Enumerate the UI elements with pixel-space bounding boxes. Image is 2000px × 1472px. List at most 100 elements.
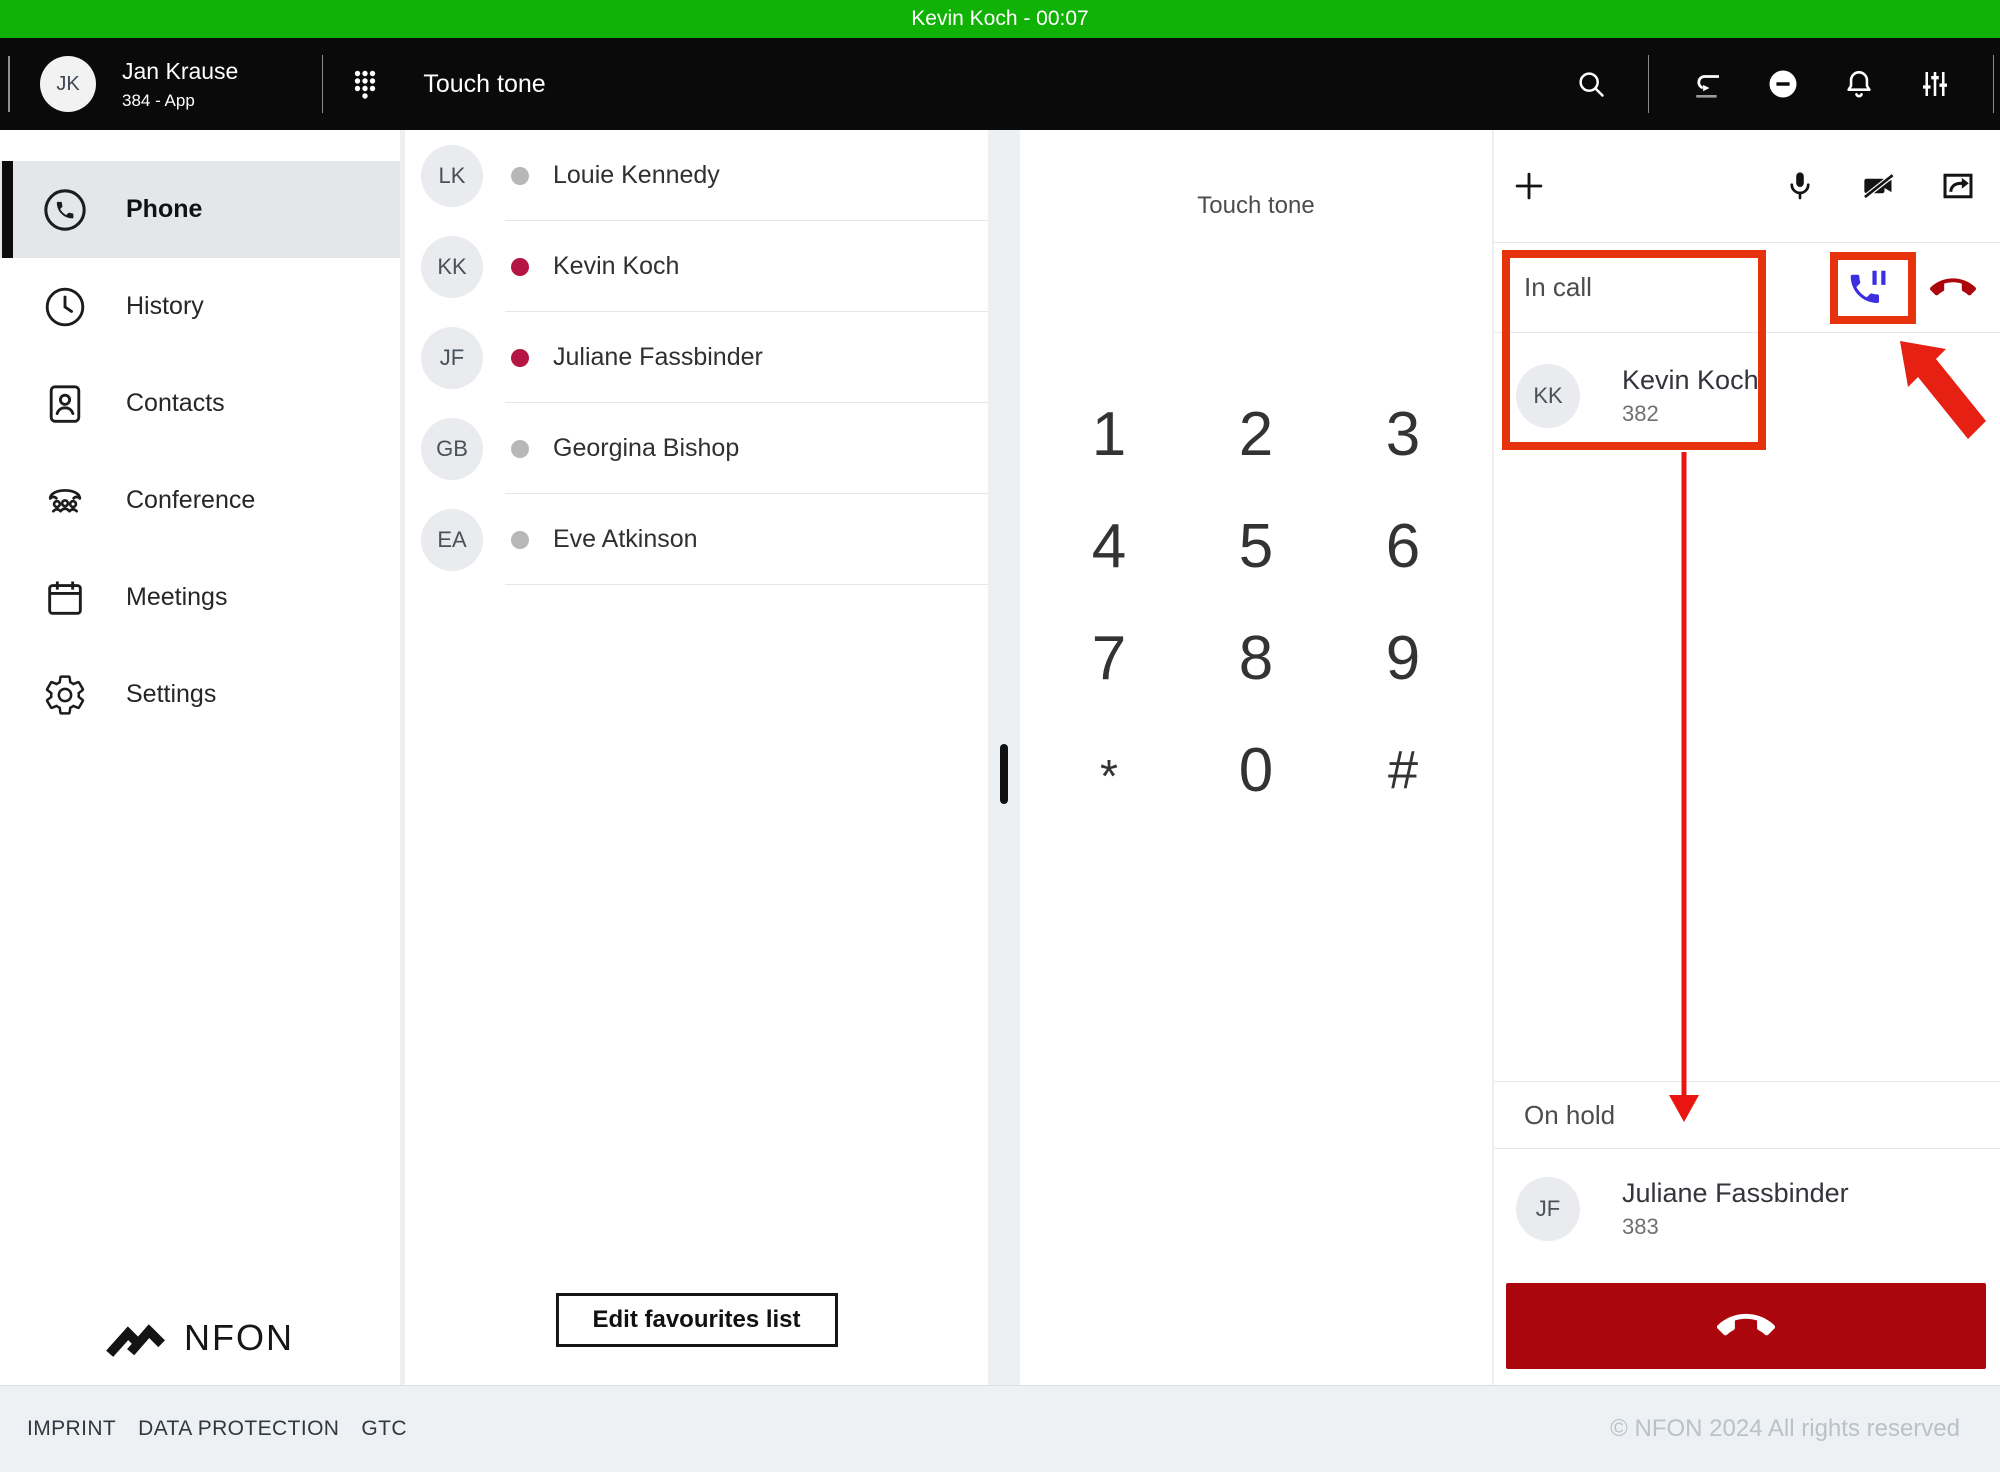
favourite-row[interactable]: EA Eve Atkinson	[405, 494, 988, 585]
header-divider	[1648, 55, 1649, 113]
nfon-logo-text: NFON	[184, 1317, 294, 1359]
dialpad-panel: Touch tone 1 2 3 4 5 6 7 8 9 * 0 #	[1020, 130, 1492, 1385]
avatar-initials: JK	[56, 73, 79, 96]
avatar: JF	[421, 327, 483, 389]
favourite-name: Georgina Bishop	[553, 434, 739, 463]
app-window: Kevin Koch - 00:07 JK Jan Krause 384 - A…	[0, 0, 2000, 1472]
sidebar-item-contacts[interactable]: Contacts	[0, 355, 400, 452]
dialpad-key-5[interactable]: 5	[1183, 490, 1330, 602]
favourite-row[interactable]: JF Juliane Fassbinder	[405, 312, 988, 403]
transfer-call-icon[interactable]	[1939, 167, 1977, 205]
presence-dot	[511, 531, 529, 549]
contact-meta: Kevin Koch 382	[1622, 363, 1759, 429]
favourite-name: Louie Kennedy	[553, 161, 720, 190]
settings-gear-icon	[42, 672, 88, 718]
hold-call-icon[interactable]	[1846, 265, 1892, 311]
sidebar-item-label: Phone	[126, 195, 202, 224]
edit-favourites-button[interactable]: Edit favourites list	[555, 1293, 837, 1347]
camera-off-icon[interactable]	[1860, 167, 1898, 205]
user-extension: 384 - App	[122, 90, 238, 111]
avatar: JF	[1516, 1177, 1580, 1241]
dialpad-key-4[interactable]: 4	[1036, 490, 1183, 602]
nfon-logo: NFON	[0, 1317, 400, 1359]
footer-link-imprint[interactable]: IMPRINT	[27, 1417, 116, 1441]
sidebar-item-settings[interactable]: Settings	[0, 646, 400, 743]
do-not-disturb-icon[interactable]	[1765, 66, 1801, 102]
header-actions	[1575, 55, 2000, 113]
dialpad-key-8[interactable]: 8	[1183, 602, 1330, 714]
footer: IMPRINT DATA PROTECTION GTC © NFON 2024 …	[0, 1385, 2000, 1472]
sidebar-item-meetings[interactable]: Meetings	[0, 549, 400, 646]
add-call-icon[interactable]	[1510, 167, 1548, 205]
header-divider	[1993, 55, 1994, 113]
sidebar-item-history[interactable]: History	[0, 258, 400, 355]
footer-links: IMPRINT DATA PROTECTION GTC	[27, 1417, 407, 1441]
hang-up-button[interactable]	[1506, 1283, 1986, 1369]
avatar[interactable]: JK	[40, 56, 96, 112]
avatar: KK	[421, 236, 483, 298]
on-hold-label: On hold	[1524, 1100, 1615, 1131]
dialpad-key-2[interactable]: 2	[1183, 378, 1330, 490]
sidebar-item-conference[interactable]: Conference	[0, 452, 400, 549]
dialpad-grid: 1 2 3 4 5 6 7 8 9 * 0 #	[1036, 378, 1477, 826]
sidebar-item-label: Conference	[126, 486, 255, 515]
contact-meta: Juliane Fassbinder 383	[1622, 1176, 1849, 1242]
notifications-bell-icon[interactable]	[1841, 66, 1877, 102]
in-call-contact[interactable]: KK Kevin Koch 382	[1494, 333, 2000, 458]
presence-dot	[511, 167, 529, 185]
dialpad-key-3[interactable]: 3	[1330, 378, 1477, 490]
call-control-panel: In call KK Kevin Koch 382 On hold	[1494, 130, 2000, 1385]
favourite-row[interactable]: LK Louie Kennedy	[405, 130, 988, 221]
call-redirect-icon[interactable]	[1689, 66, 1725, 102]
favourites-panel: LK Louie Kennedy KK Kevin Koch JF Julian…	[405, 130, 988, 1385]
audio-settings-icon[interactable]	[1917, 66, 1953, 102]
sidebar: Phone History Contacts	[0, 130, 400, 1385]
nfon-logo-mark	[106, 1317, 170, 1359]
sidebar-item-label: Settings	[126, 680, 216, 709]
meetings-calendar-icon	[42, 575, 88, 621]
sidebar-item-label: Contacts	[126, 389, 225, 418]
sidebar-item-phone[interactable]: Phone	[0, 161, 400, 258]
contact-name: Juliane Fassbinder	[1622, 1176, 1849, 1211]
on-hold-section-header: On hold	[1494, 1081, 2000, 1149]
footer-link-gtc[interactable]: GTC	[361, 1417, 407, 1441]
dialpad-key-6[interactable]: 6	[1330, 490, 1477, 602]
presence-dot	[511, 440, 529, 458]
favourite-row[interactable]: GB Georgina Bishop	[405, 403, 988, 494]
call-toolbar	[1494, 130, 2000, 243]
contacts-icon	[42, 381, 88, 427]
active-indicator	[2, 161, 13, 258]
avatar: GB	[421, 418, 483, 480]
dialpad-key-0[interactable]: 0	[1183, 714, 1330, 826]
active-call-banner[interactable]: Kevin Koch - 00:07	[0, 0, 2000, 38]
hang-up-icon	[1717, 1297, 1775, 1355]
history-icon	[42, 284, 88, 330]
favourite-row[interactable]: KK Kevin Koch	[405, 221, 988, 312]
active-call-banner-text: Kevin Koch - 00:07	[911, 7, 1088, 31]
on-hold-contact[interactable]: JF Juliane Fassbinder 383	[1494, 1149, 2000, 1269]
sidebar-item-label: History	[126, 292, 204, 321]
favourite-name: Eve Atkinson	[553, 525, 698, 554]
copyright-text: © NFON 2024 All rights reserved	[1610, 1415, 1960, 1443]
hang-up-icon[interactable]	[1930, 265, 1976, 311]
favourite-name: Juliane Fassbinder	[553, 343, 763, 372]
footer-link-data-protection[interactable]: DATA PROTECTION	[138, 1417, 339, 1441]
user-meta: Jan Krause 384 - App	[122, 57, 238, 111]
user-name: Jan Krause	[122, 57, 238, 86]
in-call-section-header: In call	[1494, 243, 2000, 333]
contact-name: Kevin Koch	[1622, 363, 1759, 398]
panel-resize-handle[interactable]	[1000, 744, 1008, 804]
dialpad-key-hash[interactable]: #	[1330, 714, 1477, 826]
presence-dot	[511, 258, 529, 276]
contact-number: 383	[1622, 1213, 1849, 1242]
search-icon[interactable]	[1575, 68, 1608, 101]
call-toolbar-right	[1781, 167, 1977, 205]
phone-icon	[42, 187, 88, 233]
dialpad-title: Touch tone	[1020, 130, 1492, 220]
dialpad-key-9[interactable]: 9	[1330, 602, 1477, 714]
dialpad-key-7[interactable]: 7	[1036, 602, 1183, 714]
dialpad-key-1[interactable]: 1	[1036, 378, 1183, 490]
microphone-icon[interactable]	[1781, 167, 1819, 205]
avatar: KK	[1516, 364, 1580, 428]
dialpad-key-star[interactable]: *	[1036, 720, 1183, 832]
